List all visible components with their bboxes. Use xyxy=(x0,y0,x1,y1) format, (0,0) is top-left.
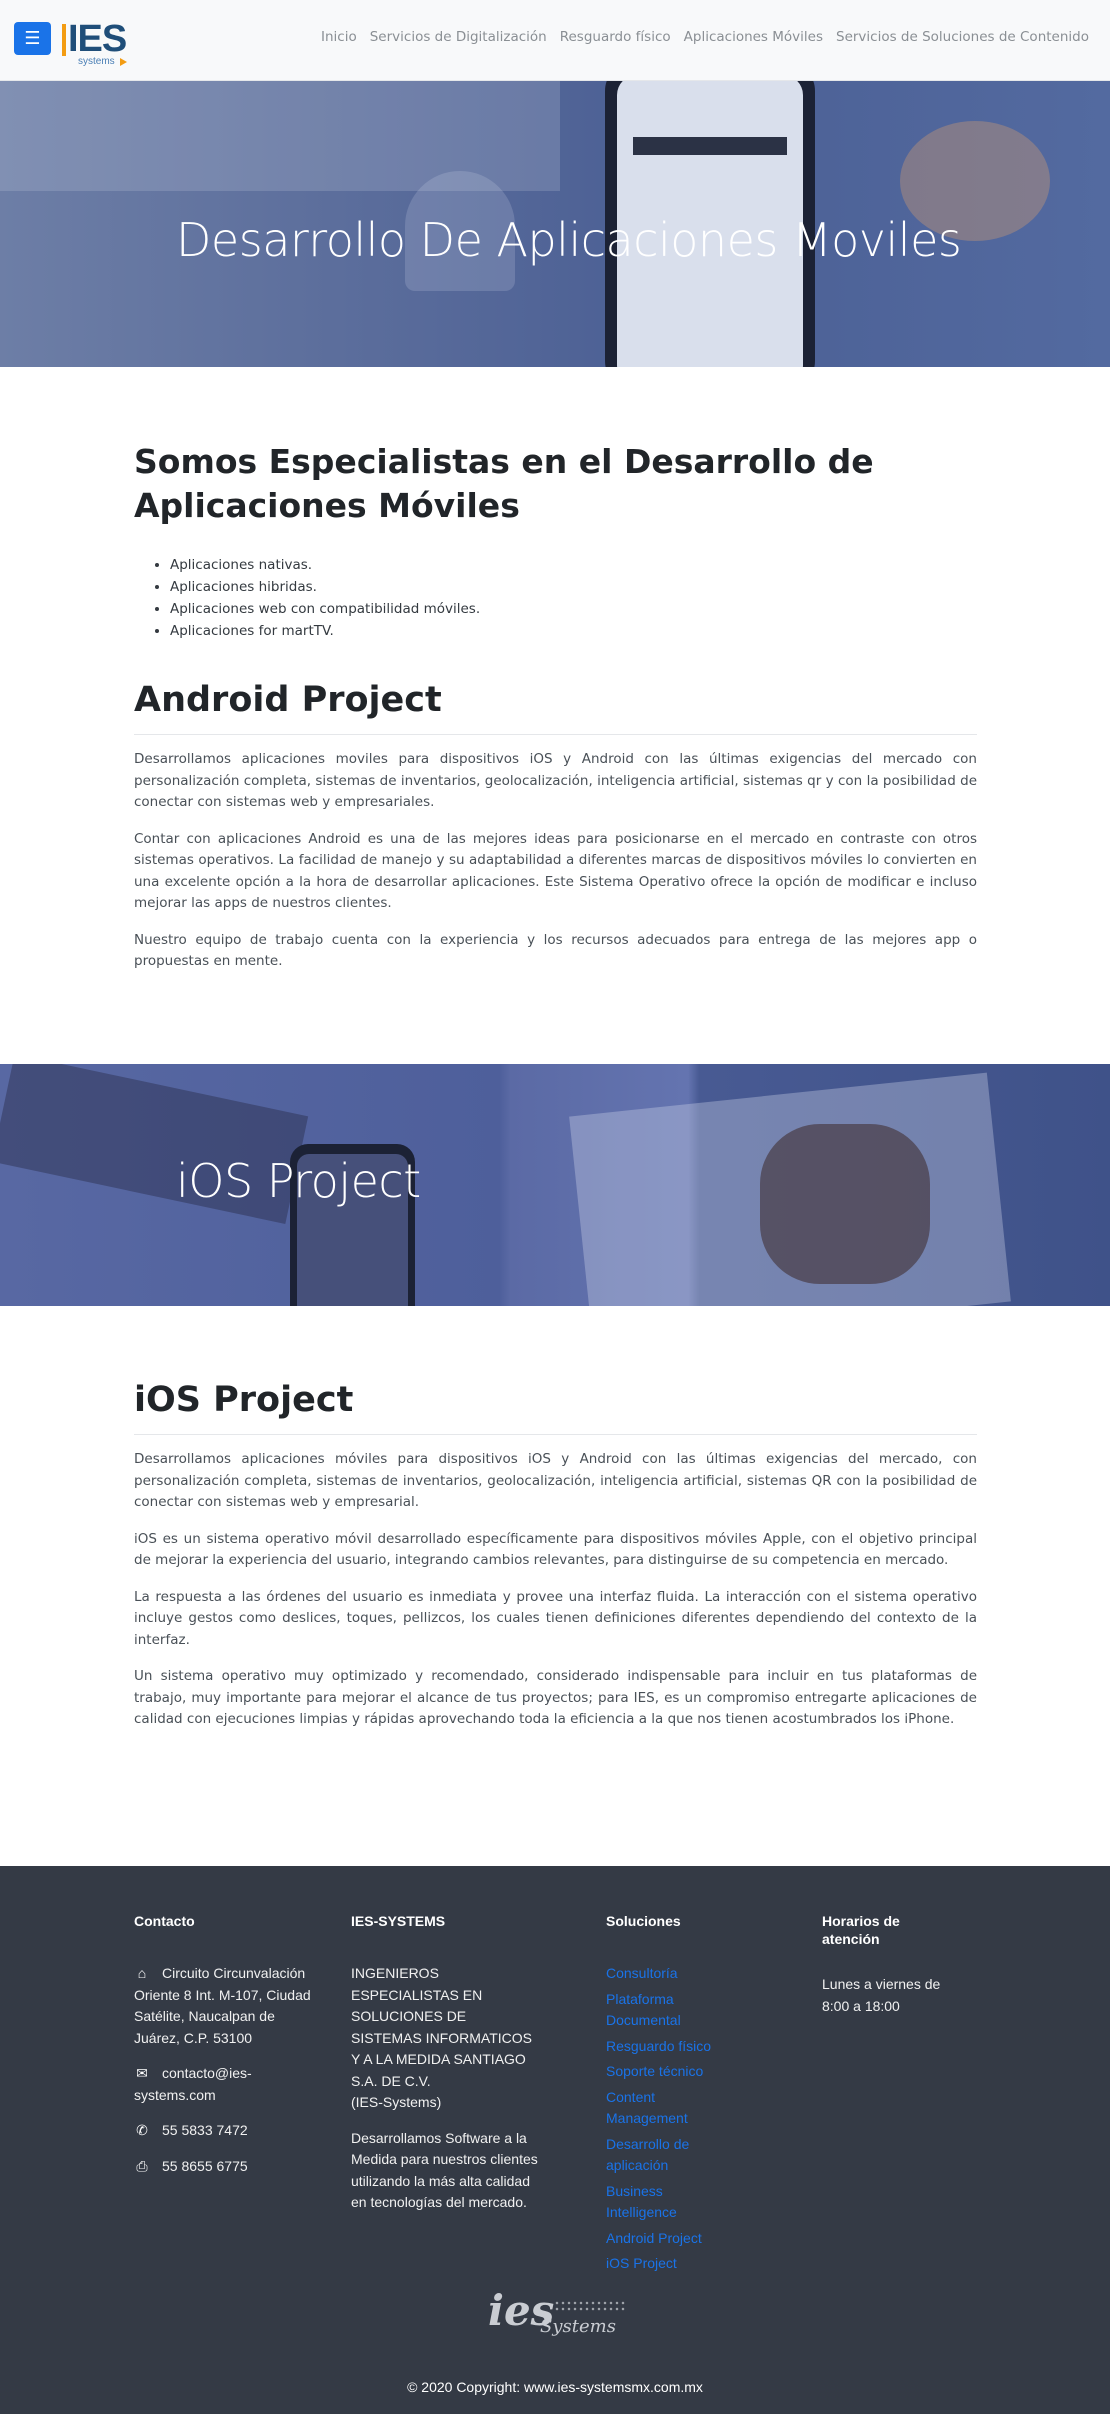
logo-text: IES xyxy=(68,18,127,60)
section-divider xyxy=(134,1434,977,1435)
footer-logo-dots xyxy=(554,2300,626,2312)
footer-solutions: Soluciones Consultoría Plataforma Docume… xyxy=(606,1912,726,2279)
footer-logo: ies Systems xyxy=(488,2286,628,2342)
android-paragraph: Desarrollamos aplicaciones moviles para … xyxy=(134,751,977,810)
footer-email[interactable]: ✉ contacto@ies-systems.com xyxy=(134,2063,324,2106)
section-divider xyxy=(134,734,977,735)
footer: Contacto ⌂ Circuito Circunvalación Orient… xyxy=(0,1866,1110,2414)
feature-list: Aplicaciones nativas. Aplicaciones hibri… xyxy=(134,554,977,642)
footer-link-desarrollo[interactable]: Desarrollo de aplicación xyxy=(606,2134,726,2177)
android-paragraph: Contar con aplicaciones Android es una d… xyxy=(134,830,977,912)
footer-address: ⌂ Circuito Circunvalación Oriente 8 Int. … xyxy=(134,1965,311,2046)
footer-link-soporte[interactable]: Soporte técnico xyxy=(606,2061,726,2083)
logo-accent-bar xyxy=(62,24,66,56)
ios-heading: iOS Project xyxy=(134,1380,354,1420)
menu-toggle-button[interactable]: ☰ xyxy=(14,22,51,55)
logo-subtext: systems xyxy=(78,56,115,67)
navbar: ☰ IES systems Inicio Servicios de Digita… xyxy=(0,0,1110,81)
hand-image xyxy=(760,1124,930,1284)
intro-heading: Somos Especialistas en el Desarrollo de … xyxy=(134,442,874,525)
footer-company: IES-SYSTEMS INGENIEROS ESPECIALISTAS EN … xyxy=(351,1912,546,2214)
envelope-icon: ✉ xyxy=(136,2065,148,2081)
footer-fax: ⎙ 55 8655 6775 xyxy=(134,2156,324,2178)
ios-banner-title: iOS Project xyxy=(176,1154,421,1208)
footer-phone: ✆ 55 5833 7472 xyxy=(134,2120,324,2142)
footer-link-consultoria[interactable]: Consultoría xyxy=(606,1963,726,1985)
printer-icon: ⎙ xyxy=(136,2157,148,2174)
footer-link-plataforma-documental[interactable]: Plataforma Documental xyxy=(606,1989,726,2032)
logo-arrow-icon xyxy=(120,58,127,66)
footer-hours-text: Lunes a viernes de 8:00 a 18:00 xyxy=(822,1976,941,2014)
nav-link-inicio[interactable]: Inicio xyxy=(321,29,357,45)
ios-section: iOS Project Desarrollamos aplicaciones m… xyxy=(134,1378,977,1731)
footer-hours: Horarios de atención Lunes a viernes de … xyxy=(822,1912,942,2017)
home-icon: ⌂ xyxy=(137,1965,147,1981)
footer-link-android[interactable]: Android Project xyxy=(606,2228,726,2250)
intro-section: Somos Especialistas en el Desarrollo de … xyxy=(134,440,977,642)
android-paragraph: Nuestro equipo de trabajo cuenta con la … xyxy=(134,931,977,970)
footer-company-name: INGENIEROS ESPECIALISTAS EN SOLUCIONES D… xyxy=(351,1965,532,2110)
hero-title: Desarrollo De Aplicaciones Moviles xyxy=(176,213,962,267)
feature-item: Aplicaciones for martTV. xyxy=(170,620,977,642)
feature-item: Aplicaciones web con compatibilidad móvi… xyxy=(170,598,977,620)
ios-paragraph: iOS es un sistema operativo móvil desarr… xyxy=(134,1530,977,1569)
nav-link-aplicaciones-moviles[interactable]: Aplicaciones Móviles xyxy=(684,29,823,45)
footer-company-heading: IES-SYSTEMS xyxy=(351,1913,446,1929)
footer-link-resguardo[interactable]: Resguardo físico xyxy=(606,2036,726,2058)
footer-contact-heading: Contacto xyxy=(134,1913,195,1929)
footer-company-about: Desarrollamos Software a la Medida para … xyxy=(351,2129,538,2211)
phone-icon: ✆ xyxy=(136,2122,148,2138)
android-heading: Android Project xyxy=(134,680,442,720)
android-section: Android Project Desarrollamos aplicacion… xyxy=(134,678,977,973)
footer-contact: Contacto ⌂ Circuito Circunvalación Orient… xyxy=(134,1912,324,2177)
footer-link-content-management[interactable]: Content Management xyxy=(606,2087,726,2130)
footer-logo-sub: Systems xyxy=(540,2316,616,2337)
ios-banner: iOS Project xyxy=(0,1064,1110,1306)
nav-link-digitalizacion[interactable]: Servicios de Digitalización xyxy=(370,29,547,45)
nav-link-resguardo[interactable]: Resguardo físico xyxy=(560,29,671,45)
feature-item: Aplicaciones hibridas. xyxy=(170,576,977,598)
ios-paragraph: Un sistema operativo muy optimizado y re… xyxy=(134,1668,977,1727)
ios-paragraph: La respuesta a las órdenes del usuario e… xyxy=(134,1588,977,1648)
footer-solutions-heading: Soluciones xyxy=(606,1913,681,1929)
brand-logo[interactable]: IES systems xyxy=(58,16,138,70)
copyright: © 2020 Copyright: www.ies-systemsmx.com.… xyxy=(407,2379,703,2395)
footer-link-business-intelligence[interactable]: Business Intelligence xyxy=(606,2181,726,2224)
footer-link-ios[interactable]: iOS Project xyxy=(606,2253,726,2275)
hero-banner: Desarrollo De Aplicaciones Moviles xyxy=(0,81,1110,367)
ios-paragraph: Desarrollamos aplicaciones móviles para … xyxy=(134,1451,977,1510)
main-nav: Inicio Servicios de Digitalización Resgu… xyxy=(321,29,1089,45)
footer-hours-heading: Horarios de atención xyxy=(822,1913,900,1947)
feature-item: Aplicaciones nativas. xyxy=(170,554,977,576)
nav-link-soluciones-contenido[interactable]: Servicios de Soluciones de Contenido xyxy=(836,29,1089,45)
